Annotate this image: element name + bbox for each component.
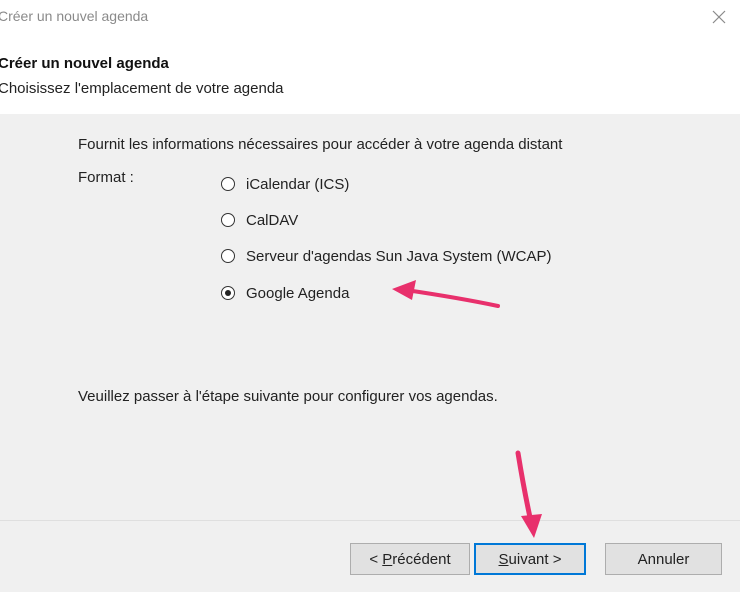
radio-button[interactable] — [221, 213, 235, 227]
previous-prefix: < — [369, 550, 383, 568]
format-option-label: iCalendar (ICS) — [246, 175, 350, 193]
format-option-label: CalDAV — [246, 211, 299, 229]
format-option-ics[interactable]: iCalendar (ICS) — [221, 173, 349, 195]
title-bar: Créer un nouvel agenda — [0, 0, 740, 36]
close-button[interactable] — [705, 4, 733, 30]
format-option-label: Serveur d'agendas Sun Java System (WCAP) — [246, 247, 552, 265]
next-label: uivant > — [508, 550, 562, 568]
intro-text: Fournit les informations nécessaires pou… — [78, 136, 563, 153]
wizard-header: Créer un nouvel agenda Choisissez l'empl… — [0, 36, 740, 114]
radio-button[interactable] — [221, 249, 235, 263]
wizard-step-subtitle: Choisissez l'emplacement de votre agenda — [0, 80, 284, 97]
wizard-content: Fournit les informations nécessaires pou… — [0, 114, 740, 520]
wizard-footer: < Précédent Suivant > Annuler — [0, 521, 740, 592]
next-mnemonic: S — [498, 550, 509, 568]
wizard-step-title: Créer un nouvel agenda — [0, 55, 169, 72]
format-label: Format : — [78, 169, 134, 186]
format-option-wcap[interactable]: Serveur d'agendas Sun Java System (WCAP) — [221, 245, 552, 267]
previous-label: récédent — [392, 550, 451, 568]
next-button[interactable]: Suivant > — [474, 543, 586, 575]
previous-mnemonic: P — [382, 550, 393, 568]
previous-button[interactable]: < Précédent — [350, 543, 470, 575]
next-step-hint: Veuillez passer à l'étape suivante pour … — [78, 388, 498, 405]
cancel-label: Annuler — [637, 550, 690, 568]
format-option-label: Google Agenda — [246, 284, 350, 302]
cancel-button[interactable]: Annuler — [605, 543, 722, 575]
radio-button[interactable] — [221, 177, 235, 191]
window-title: Créer un nouvel agenda — [0, 8, 149, 24]
format-option-google[interactable]: Google Agenda — [221, 282, 349, 304]
format-option-caldav[interactable]: CalDAV — [221, 209, 298, 231]
radio-button-selected[interactable] — [221, 286, 235, 300]
close-icon — [712, 10, 726, 24]
